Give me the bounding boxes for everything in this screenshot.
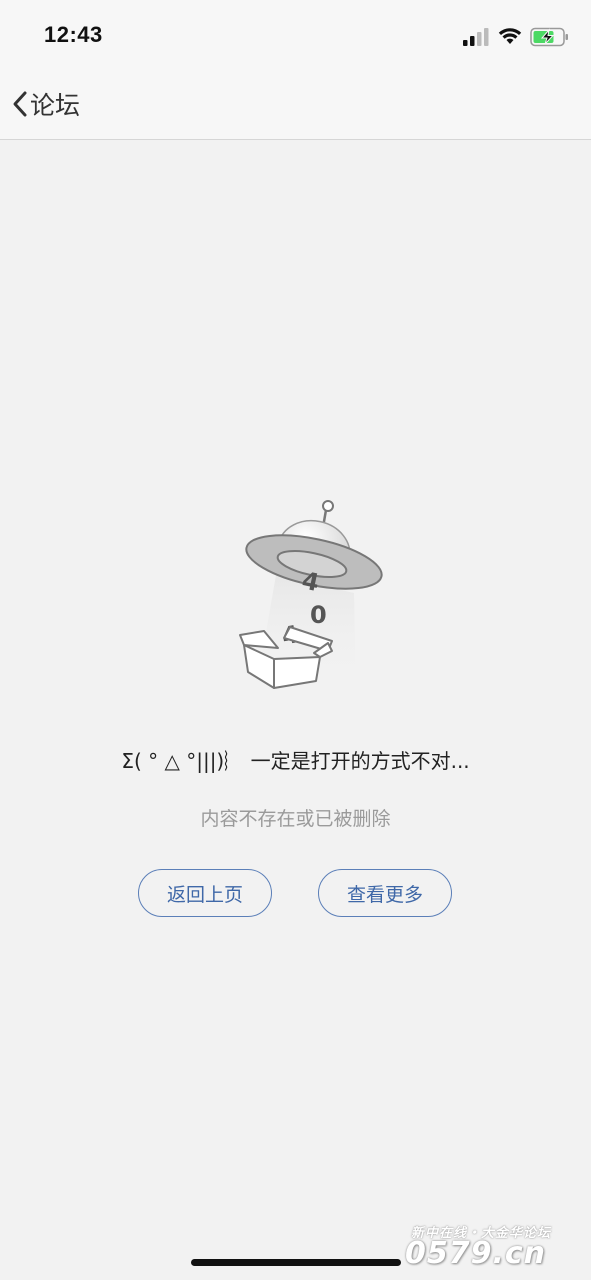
error-title: Σ( ° △ °|||)︴ 一定是打开的方式不对... (121, 749, 470, 773)
navigation-bar: 论坛 (0, 70, 591, 140)
chevron-left-icon (13, 91, 27, 117)
status-time: 12:43 (44, 22, 103, 47)
error-subtitle: 内容不存在或已被删除 (200, 808, 391, 830)
ufo-404-illustration: 4 0 4 (239, 500, 383, 690)
status-bar: 12:43 (0, 0, 591, 70)
wifi-icon (498, 28, 522, 44)
go-back-button[interactable]: 返回上页 (138, 869, 272, 917)
home-indicator[interactable] (191, 1259, 401, 1266)
site-watermark: 新中在线・大金华论坛 0579.cn (405, 1222, 585, 1271)
watermark-domain: 0579.cn (405, 1236, 547, 1271)
battery-charging-icon (530, 27, 568, 47)
back-label: 论坛 (30, 91, 81, 120)
back-button[interactable]: 论坛 (10, 86, 80, 122)
see-more-button[interactable]: 查看更多 (318, 869, 452, 917)
digit-middle: 0 (310, 601, 327, 629)
cellular-signal-icon (463, 28, 489, 46)
